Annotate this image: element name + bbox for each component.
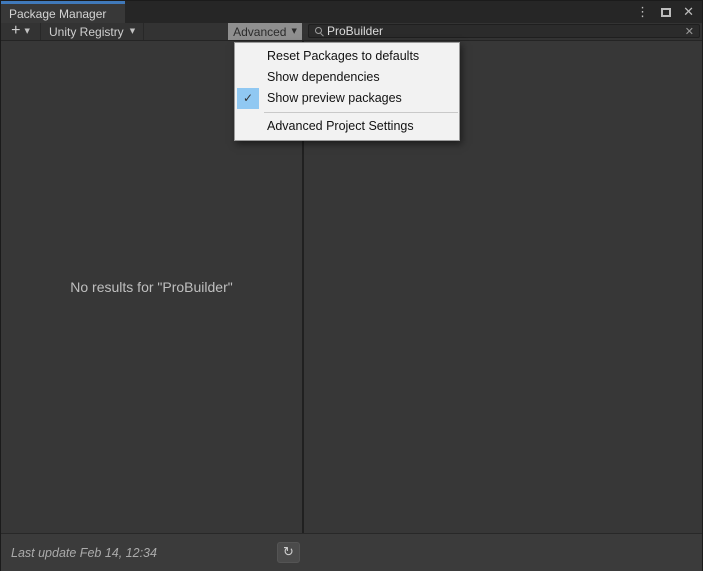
add-package-button[interactable]: + ▼	[1, 21, 41, 40]
toolbar: + ▼ Unity Registry ▼ Advanced ▼ ✕	[1, 21, 702, 41]
registry-label: Unity Registry	[49, 24, 124, 39]
registry-dropdown[interactable]: Unity Registry ▼	[41, 23, 145, 40]
plus-icon: +	[11, 21, 21, 39]
titlebar: Package Manager ⋮ ✕	[1, 1, 702, 23]
menu-item-label: Reset Packages to defaults	[267, 49, 420, 63]
last-update-label: Last update Feb 14, 12:34	[11, 545, 157, 560]
package-manager-window: Package Manager ⋮ ✕ + ▼ Unity Registry ▼…	[0, 0, 703, 571]
search-icon	[314, 26, 324, 36]
search-input[interactable]	[327, 24, 685, 38]
window-controls: ⋮ ✕	[636, 1, 702, 23]
chevron-down-icon: ▼	[291, 27, 297, 35]
menu-item-reset-packages[interactable]: Reset Packages to defaults	[235, 46, 459, 67]
maximize-icon[interactable]	[661, 7, 672, 17]
menu-item-advanced-project-settings[interactable]: Advanced Project Settings	[235, 116, 459, 137]
close-icon[interactable]: ✕	[683, 6, 694, 19]
status-bar: Last update Feb 14, 12:34 ↻	[1, 533, 702, 571]
refresh-icon: ↻	[283, 545, 294, 560]
menu-item-label: Show dependencies	[267, 70, 380, 84]
search-clear-icon[interactable]: ✕	[685, 26, 694, 37]
refresh-button[interactable]: ↻	[277, 542, 300, 563]
checkmark-icon: ✓	[237, 88, 259, 109]
menu-separator	[264, 112, 458, 113]
chevron-down-icon: ▼	[24, 27, 30, 35]
kebab-menu-icon[interactable]: ⋮	[636, 6, 649, 19]
menu-item-show-preview-packages[interactable]: ✓ Show preview packages	[235, 88, 459, 109]
advanced-dropdown-menu: Reset Packages to defaults Show dependen…	[234, 42, 460, 141]
menu-item-label: Show preview packages	[267, 91, 402, 105]
menu-item-show-dependencies[interactable]: Show dependencies	[235, 67, 459, 88]
tab-label: Package Manager	[9, 6, 107, 21]
chevron-down-icon: ▼	[129, 27, 136, 35]
advanced-label: Advanced	[233, 24, 287, 39]
menu-item-label: Advanced Project Settings	[267, 119, 414, 133]
search-field[interactable]: ✕	[308, 24, 700, 38]
empty-results-message: No results for "ProBuilder"	[70, 279, 233, 295]
tab-package-manager[interactable]: Package Manager	[1, 1, 125, 23]
advanced-dropdown-button[interactable]: Advanced ▼	[228, 23, 302, 40]
titlebar-spacer	[125, 1, 636, 23]
